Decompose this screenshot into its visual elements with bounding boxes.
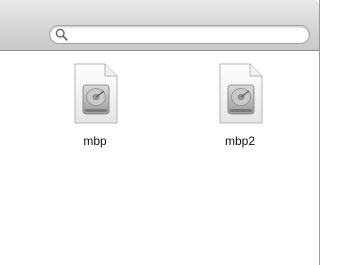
finder-window: mbp mbp2 bbox=[0, 0, 320, 265]
screen: mbp mbp2 bbox=[0, 0, 359, 265]
search-input[interactable] bbox=[70, 27, 300, 42]
search-icon bbox=[55, 28, 68, 41]
search-field[interactable] bbox=[49, 25, 310, 44]
file-name-label: mbp2 bbox=[224, 134, 256, 148]
file-name-label: mbp bbox=[83, 134, 107, 148]
file-item-mbp[interactable]: mbp bbox=[55, 63, 135, 153]
disk-image-icon bbox=[219, 63, 263, 124]
toolbar bbox=[0, 0, 319, 51]
file-item-mbp2[interactable]: mbp2 bbox=[200, 63, 280, 153]
desktop-background bbox=[320, 0, 359, 265]
disk-image-icon bbox=[74, 63, 118, 124]
file-browser-content: mbp mbp2 bbox=[0, 51, 319, 265]
